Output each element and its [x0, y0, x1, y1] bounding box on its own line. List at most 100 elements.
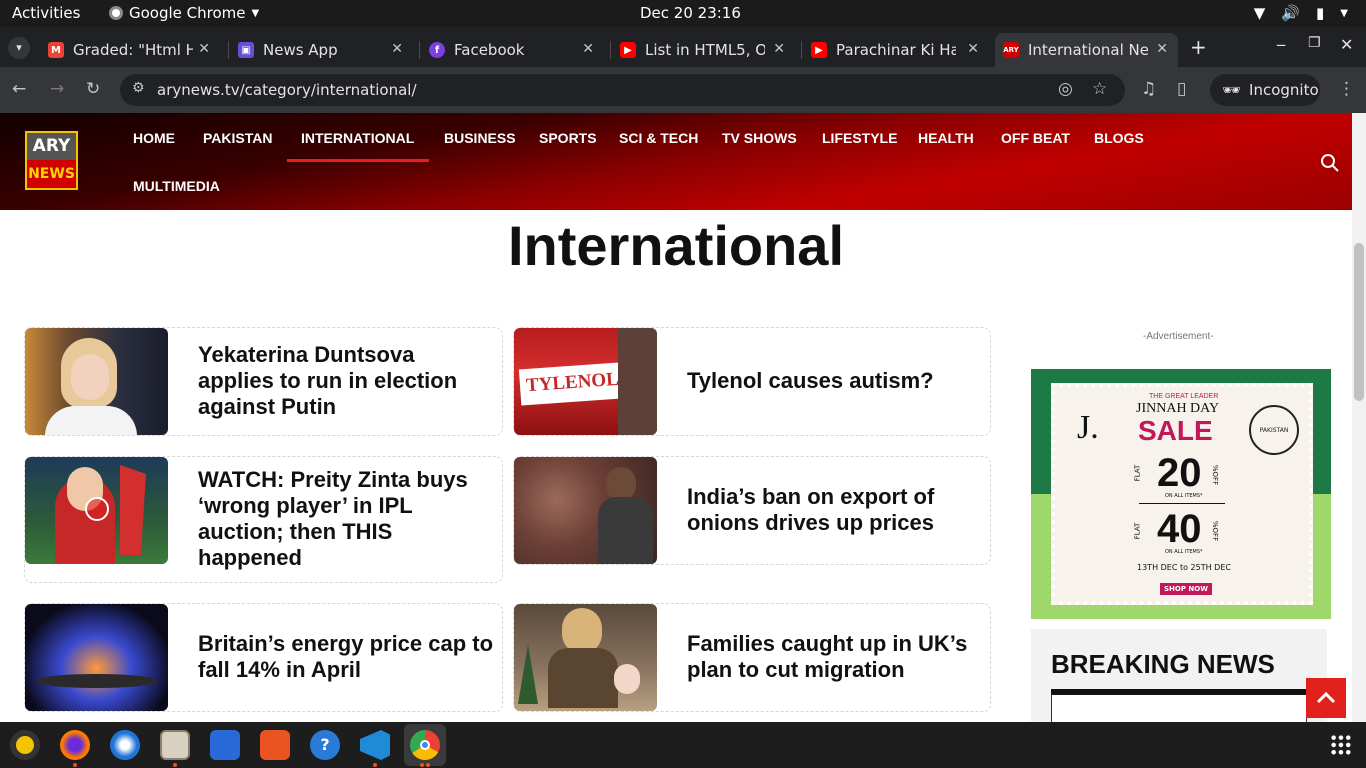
article-card[interactable]: Britain’s energy price cap to fall 14% i…: [24, 603, 503, 712]
article-headline[interactable]: Tylenol causes autism?: [687, 368, 977, 394]
app-name: Google Chrome: [129, 4, 246, 22]
article-card[interactable]: TYLENOL Tylenol causes autism?: [513, 327, 991, 436]
article-thumbnail[interactable]: [25, 457, 168, 564]
minimize-button[interactable]: ‒: [1276, 35, 1286, 54]
vscode-icon[interactable]: [360, 730, 390, 760]
back-icon[interactable]: ←: [12, 79, 26, 99]
article-headline[interactable]: Yekaterina Duntsova applies to run in el…: [198, 342, 488, 420]
tab-title: Graded: "Html He: [73, 41, 193, 59]
article-thumbnail[interactable]: [514, 457, 657, 564]
ad-flat-label: FLAT: [1133, 464, 1142, 482]
nav-tv-shows[interactable]: TV SHOWS: [722, 130, 797, 146]
app-menu[interactable]: Google Chrome ▼: [109, 4, 259, 22]
clock[interactable]: Dec 20 23:16: [640, 4, 741, 22]
show-apps-icon[interactable]: [1330, 734, 1352, 756]
activities-button[interactable]: Activities: [12, 4, 80, 22]
nav-off-beat[interactable]: OFF BEAT: [1001, 130, 1070, 146]
nav-blogs[interactable]: BLOGS: [1094, 130, 1144, 146]
chevron-down-icon: ▼: [251, 7, 260, 19]
article-card[interactable]: India’s ban on export of onions drives u…: [513, 456, 991, 565]
close-icon[interactable]: ✕: [391, 41, 403, 57]
tab-youtube-list[interactable]: ▶ List in HTML5, Or ✕: [612, 33, 795, 67]
page-title: International: [507, 214, 845, 277]
system-tray[interactable]: ▼ 🔊 ▮ ▼: [1254, 4, 1348, 22]
article-card[interactable]: Families caught up in UK’s plan to cut m…: [513, 603, 991, 712]
article-headline[interactable]: WATCH: Preity Zinta buys ‘wrong player’ …: [198, 467, 498, 571]
tab-search-button[interactable]: ▾: [8, 37, 30, 59]
back-to-top-button[interactable]: [1306, 678, 1346, 718]
article-thumbnail[interactable]: [25, 604, 168, 711]
scrollbar-thumb[interactable]: [1354, 243, 1364, 401]
article-thumbnail[interactable]: TYLENOL: [514, 328, 657, 435]
app-icon: ▣: [238, 42, 254, 58]
site-info-icon[interactable]: ⚙: [132, 80, 145, 96]
tab-facebook[interactable]: f Facebook ✕: [421, 33, 604, 67]
nav-business[interactable]: BUSINESS: [444, 130, 516, 146]
menu-icon[interactable]: ⋮: [1338, 79, 1355, 99]
firefox-icon[interactable]: [60, 730, 90, 760]
close-icon[interactable]: ✕: [582, 41, 594, 57]
tab-international-news[interactable]: ARY International Nev ✕: [995, 33, 1178, 67]
nav-pakistan[interactable]: PAKISTAN: [203, 130, 272, 146]
writer-icon[interactable]: [210, 730, 240, 760]
thunderbird-icon[interactable]: [110, 730, 140, 760]
eye-off-icon[interactable]: ◎: [1058, 79, 1073, 99]
media-icon[interactable]: ♫: [1141, 79, 1156, 99]
system-top-bar: Activities Google Chrome ▼ Dec 20 23:16 …: [0, 0, 1366, 27]
close-icon[interactable]: ✕: [773, 41, 785, 57]
nav-multimedia[interactable]: MULTIMEDIA: [133, 178, 220, 194]
ad-off-label: %OFF: [1211, 464, 1220, 486]
files-icon[interactable]: [160, 730, 190, 760]
incognito-indicator[interactable]: 🕶 Incognito: [1210, 74, 1320, 106]
ad-discount-2: 40: [1157, 507, 1202, 551]
advertisement-banner[interactable]: J. THE GREAT LEADER JINNAH DAY SALE PAKI…: [1031, 369, 1331, 619]
close-icon[interactable]: ✕: [967, 41, 979, 57]
logo-bottom: NEWS: [27, 160, 76, 188]
ad-stamp: PAKISTAN: [1249, 405, 1299, 455]
side-panel-icon[interactable]: ▯: [1177, 79, 1186, 99]
article-headline[interactable]: Britain’s energy price cap to fall 14% i…: [198, 631, 503, 683]
ad-brand: J.: [1077, 409, 1099, 446]
nav-lifestyle[interactable]: LIFESTYLE: [822, 130, 897, 146]
address-bar[interactable]: ⚙ arynews.tv/category/international/ ◎ ☆: [120, 74, 1125, 106]
search-icon[interactable]: [1320, 153, 1340, 173]
nav-home[interactable]: HOME: [133, 130, 175, 146]
new-tab-button[interactable]: +: [1190, 35, 1207, 59]
tab-news-app[interactable]: ▣ News App ✕: [230, 33, 413, 67]
reload-icon[interactable]: ↻: [86, 79, 100, 99]
article-headline[interactable]: India’s ban on export of onions drives u…: [687, 484, 957, 536]
nav-sci-tech[interactable]: SCI & TECH: [619, 130, 698, 146]
tab-title: Parachinar Ki Haq: [836, 41, 956, 59]
article-headline[interactable]: Families caught up in UK’s plan to cut m…: [687, 631, 977, 683]
star-icon[interactable]: ☆: [1092, 79, 1107, 99]
play-icon[interactable]: [85, 497, 109, 521]
ad-off-label: %OFF: [1211, 520, 1220, 542]
help-icon[interactable]: ?: [310, 730, 340, 760]
article-thumbnail[interactable]: [25, 328, 168, 435]
chevron-up-icon: [1316, 691, 1336, 704]
nav-sports[interactable]: SPORTS: [539, 130, 597, 146]
close-window-button[interactable]: ✕: [1340, 35, 1353, 54]
maximize-button[interactable]: ❐: [1308, 35, 1321, 51]
site-logo[interactable]: ARY NEWS: [25, 131, 78, 190]
ad-items-label: ON ALL ITEMS*: [1165, 493, 1203, 499]
tab-strip: ▾ M Graded: "Html He ✕ ▣ News App ✕ f Fa…: [0, 27, 1366, 67]
tab-youtube-parachinar[interactable]: ▶ Parachinar Ki Haq ✕: [803, 33, 989, 67]
article-thumbnail[interactable]: [514, 604, 657, 711]
logo-top: ARY: [27, 133, 76, 160]
article-card[interactable]: Yekaterina Duntsova applies to run in el…: [24, 327, 503, 436]
forward-icon[interactable]: →: [50, 79, 64, 99]
close-icon[interactable]: ✕: [198, 41, 210, 57]
ary-icon: ARY: [1003, 42, 1019, 58]
url-text[interactable]: arynews.tv/category/international/: [157, 81, 417, 99]
rhythmbox-icon[interactable]: [10, 730, 40, 760]
page-scrollbar[interactable]: [1352, 113, 1366, 722]
nav-health[interactable]: HEALTH: [918, 130, 974, 146]
nav-international[interactable]: INTERNATIONAL: [301, 130, 414, 146]
ad-shop-now-button[interactable]: SHOP NOW: [1160, 583, 1212, 595]
tab-gmail[interactable]: M Graded: "Html He ✕: [40, 33, 220, 67]
breaking-news-list: [1051, 695, 1307, 722]
app-center-icon[interactable]: [260, 730, 290, 760]
close-icon[interactable]: ✕: [1156, 41, 1168, 57]
article-card[interactable]: WATCH: Preity Zinta buys ‘wrong player’ …: [24, 456, 503, 583]
